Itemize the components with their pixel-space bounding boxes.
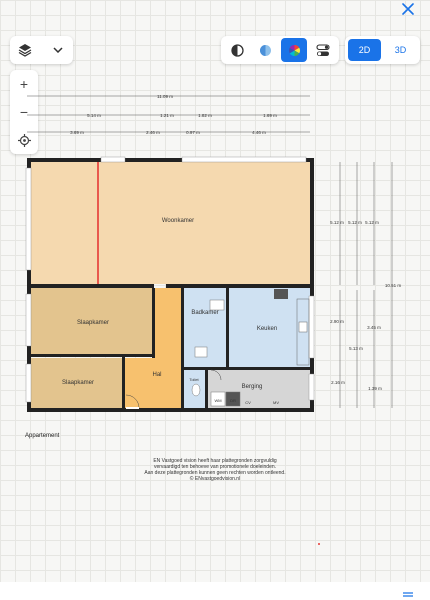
- contrast-mode-button[interactable]: [225, 40, 249, 60]
- label-woonkamer: Woonkamer: [162, 218, 194, 224]
- label-keuken: Keuken: [257, 326, 277, 332]
- marker-dot: [318, 543, 320, 545]
- dimension-switch: 2D 3D: [345, 36, 420, 64]
- label-toilet: Toilet: [189, 377, 199, 382]
- color-mode-button[interactable]: [281, 38, 307, 62]
- dim-lower-d: 2.16 m: [331, 380, 345, 385]
- chevron-down-icon: [53, 47, 63, 53]
- toggle-mode-button[interactable]: [311, 40, 335, 60]
- menu-button[interactable]: [398, 590, 418, 600]
- label-hal: Hal: [152, 372, 161, 378]
- 3d-button[interactable]: 3D: [384, 39, 417, 61]
- dim-row3-a: 3.69 m: [70, 130, 84, 135]
- label-mv: MV: [273, 400, 279, 405]
- bottom-bar: [0, 582, 430, 600]
- layers-expand-button[interactable]: [48, 40, 68, 60]
- toggle-icon: [316, 43, 330, 56]
- layers-dropdown[interactable]: [10, 36, 73, 64]
- dim-right-a: 5.12 m: [330, 220, 344, 225]
- floor-label: Appartement: [25, 433, 60, 439]
- color-wheel-icon: [288, 44, 300, 56]
- close-icon: [402, 3, 414, 15]
- dim-row3-b: 2.46 m: [146, 130, 160, 135]
- disclaimer-line-4: © ENvastgoedvision.nl: [189, 476, 241, 482]
- dim-right-d: 10.51 m: [385, 283, 402, 288]
- 2d-button[interactable]: 2D: [348, 39, 381, 61]
- floor-plan[interactable]: 11.09 m 5.14 m 1.21 m 1.82 m 1.69 m 3.69…: [0, 85, 430, 425]
- dim-total-width: 11.09 m: [157, 94, 173, 99]
- dim-lower-e: 1.39 m: [368, 386, 382, 391]
- layers-button[interactable]: [14, 40, 36, 60]
- dim-right-c: 5.12 m: [365, 220, 379, 225]
- dim-lower-b: 3.45 m: [367, 325, 381, 330]
- dim-row2-d: 1.69 m: [263, 113, 277, 118]
- layers-icon: [18, 44, 32, 57]
- label-slaapkamer-1: Slaapkamer: [77, 320, 109, 326]
- dim-row2-c: 1.82 m: [198, 113, 212, 118]
- label-cv: CV: [245, 400, 251, 405]
- close-button[interactable]: [396, 0, 420, 18]
- disclaimer: EN Vastgoed vision heeft haar plattegron…: [0, 458, 430, 482]
- dim-row2-a: 5.14 m: [87, 113, 101, 118]
- view-mode-group: [221, 36, 339, 64]
- label-berging: Berging: [242, 384, 263, 390]
- dim-lower-a: 2.90 m: [330, 319, 344, 324]
- dim-row2-b: 1.21 m: [160, 113, 174, 118]
- label-slaapkamer-2: Slaapkamer: [62, 380, 94, 386]
- dim-row3-c: 0.97 m: [186, 130, 200, 135]
- dim-right-b: 5.12 m: [348, 220, 362, 225]
- shade-mode-button[interactable]: [253, 40, 277, 60]
- menu-icon: [403, 592, 413, 597]
- label-badkamer: Badkamer: [191, 310, 218, 316]
- dim-row3-d: 4.46 m: [252, 130, 266, 135]
- label-wm: WM: [214, 398, 221, 403]
- contrast-icon: [230, 43, 244, 57]
- dim-lower-c: 5.13 m: [349, 346, 363, 351]
- half-circle-icon: [259, 44, 271, 56]
- label-dr: DR: [230, 398, 236, 403]
